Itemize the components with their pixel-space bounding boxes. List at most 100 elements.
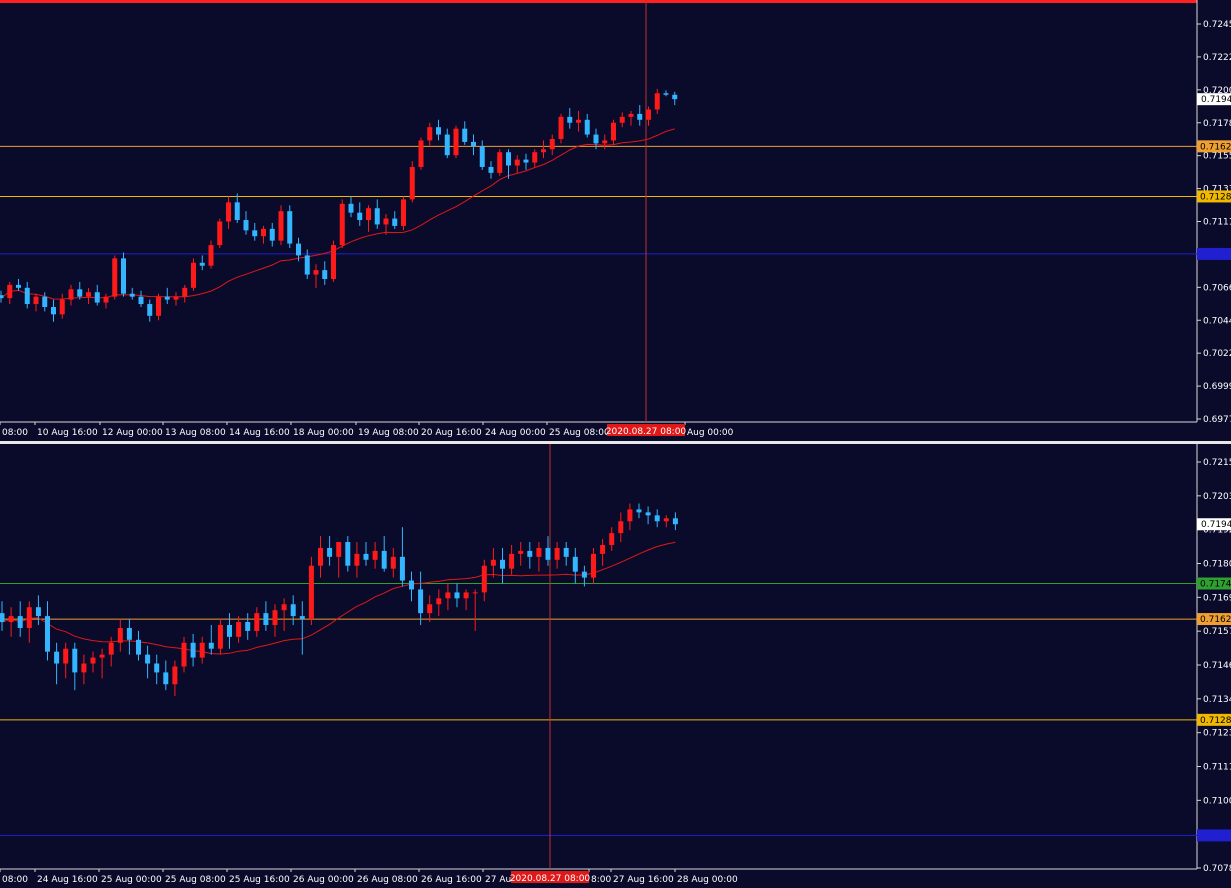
time-axis-label: 25 Aug 08:00	[549, 428, 610, 438]
candle-body	[357, 212, 363, 221]
candle	[339, 199, 345, 249]
candle-body	[199, 642, 205, 658]
candle-body	[584, 119, 590, 135]
candle-body	[381, 550, 387, 569]
candle-body	[147, 304, 153, 316]
candle	[121, 252, 126, 297]
candle-body	[156, 296, 161, 316]
candle	[453, 125, 459, 159]
time-axis-label: 08:00	[2, 428, 28, 438]
candle-body	[348, 203, 354, 213]
plot-background	[0, 0, 1231, 441]
candle-body	[163, 672, 169, 685]
candle-body	[0, 295, 4, 299]
candle-body	[68, 289, 74, 300]
price-tick-label: 0.7215	[1203, 458, 1231, 468]
candle-body	[42, 296, 48, 307]
price-tick-label: 0.7222	[1203, 53, 1231, 63]
candle-body	[287, 211, 293, 244]
price-tick-label: 0.7203	[1203, 492, 1231, 502]
candle-body	[427, 127, 433, 141]
candle-body	[536, 547, 542, 557]
time-axis-label: 26 Aug 00:00	[293, 875, 354, 885]
candle-body	[409, 580, 414, 590]
candle-body	[339, 203, 345, 246]
price-tick-label: 0.7146	[1203, 661, 1231, 671]
time-axis-label: 26 Aug 08:00	[357, 875, 418, 885]
candle-body	[563, 547, 569, 557]
candle-body	[327, 547, 333, 557]
price-tick-label: 0.7066	[1203, 283, 1231, 293]
candle-body	[618, 521, 624, 534]
candle	[278, 205, 284, 246]
candle-body	[254, 613, 260, 631]
candle-body	[217, 624, 223, 649]
candle-body	[628, 113, 634, 117]
time-axis-label: 13 Aug 08:00	[165, 428, 226, 438]
candle	[497, 149, 503, 176]
candle-body	[558, 116, 564, 139]
candle-body	[593, 134, 599, 144]
candle-body	[226, 202, 231, 222]
candle-body	[208, 642, 214, 649]
candle-body	[453, 128, 459, 156]
candle-body	[181, 642, 187, 667]
candle-body	[227, 624, 232, 637]
candle	[558, 113, 564, 144]
candle-body	[567, 116, 573, 123]
candle-body	[672, 518, 678, 525]
candle-body	[208, 245, 214, 266]
candle-body	[90, 657, 96, 664]
candle	[191, 258, 196, 291]
candle-body	[245, 622, 251, 631]
candle-body	[572, 556, 578, 572]
chart-panel-top[interactable]: 0.72450.72220.72000.71780.71550.71330.71…	[0, 0, 1231, 441]
candle-body	[45, 616, 50, 652]
candle-body	[136, 639, 141, 655]
candle-body	[436, 127, 441, 135]
candle-body	[173, 296, 179, 300]
candle-body	[549, 138, 555, 150]
candle-body	[252, 230, 258, 237]
candle-body	[121, 258, 126, 294]
chart-panel-bottom[interactable]: 0.72150.72030.71920.71800.71690.71570.71…	[0, 444, 1231, 888]
level-price-tag-label: 0.7162	[1200, 615, 1231, 625]
candle-body	[541, 149, 546, 153]
candle-body	[63, 648, 69, 664]
price-tick-label: 0.7134	[1203, 695, 1231, 705]
candle-body	[479, 146, 485, 167]
candle-body	[545, 547, 551, 560]
candle-body	[409, 166, 415, 200]
candle-body	[304, 255, 310, 275]
candle-body	[445, 592, 451, 599]
time-axis-label: 12 Aug 00:00	[102, 428, 163, 438]
price-tick-label: 0.7178	[1203, 119, 1231, 129]
current-price-label: 0.7194	[1201, 95, 1231, 105]
candle	[401, 196, 406, 231]
price-tick-label: 0.7078	[1203, 864, 1231, 874]
candle-body	[164, 296, 170, 300]
candle	[331, 240, 336, 282]
price-tick-label: 0.7157	[1203, 627, 1231, 637]
current-price-label: 0.7194	[1201, 520, 1231, 530]
candle-body	[472, 592, 478, 594]
candle-body	[463, 592, 469, 599]
candle-body	[94, 292, 100, 303]
price-tick-label: 0.7111	[1203, 218, 1231, 228]
candle-body	[401, 199, 406, 226]
candle-body	[637, 113, 643, 120]
candle-body	[182, 287, 188, 297]
price-tick-label: 0.7155	[1203, 152, 1231, 162]
price-tick-label: 0.7044	[1203, 316, 1231, 326]
level-price-tag-label: 0.7128	[1200, 716, 1231, 726]
level-price-tag-label: 0.7174	[1200, 580, 1231, 590]
candle-body	[514, 159, 520, 166]
price-tick-label: 0.7123	[1203, 729, 1231, 739]
time-axis-label: 08:00	[2, 875, 28, 885]
candle-body	[236, 622, 242, 637]
time-axis-label: 8:00	[591, 875, 611, 885]
panel-bottom-svg: 0.72150.72030.71920.71800.71690.71570.71…	[0, 444, 1231, 888]
candle-body	[26, 607, 32, 628]
candle-body	[299, 616, 305, 620]
candle-body	[390, 556, 396, 569]
